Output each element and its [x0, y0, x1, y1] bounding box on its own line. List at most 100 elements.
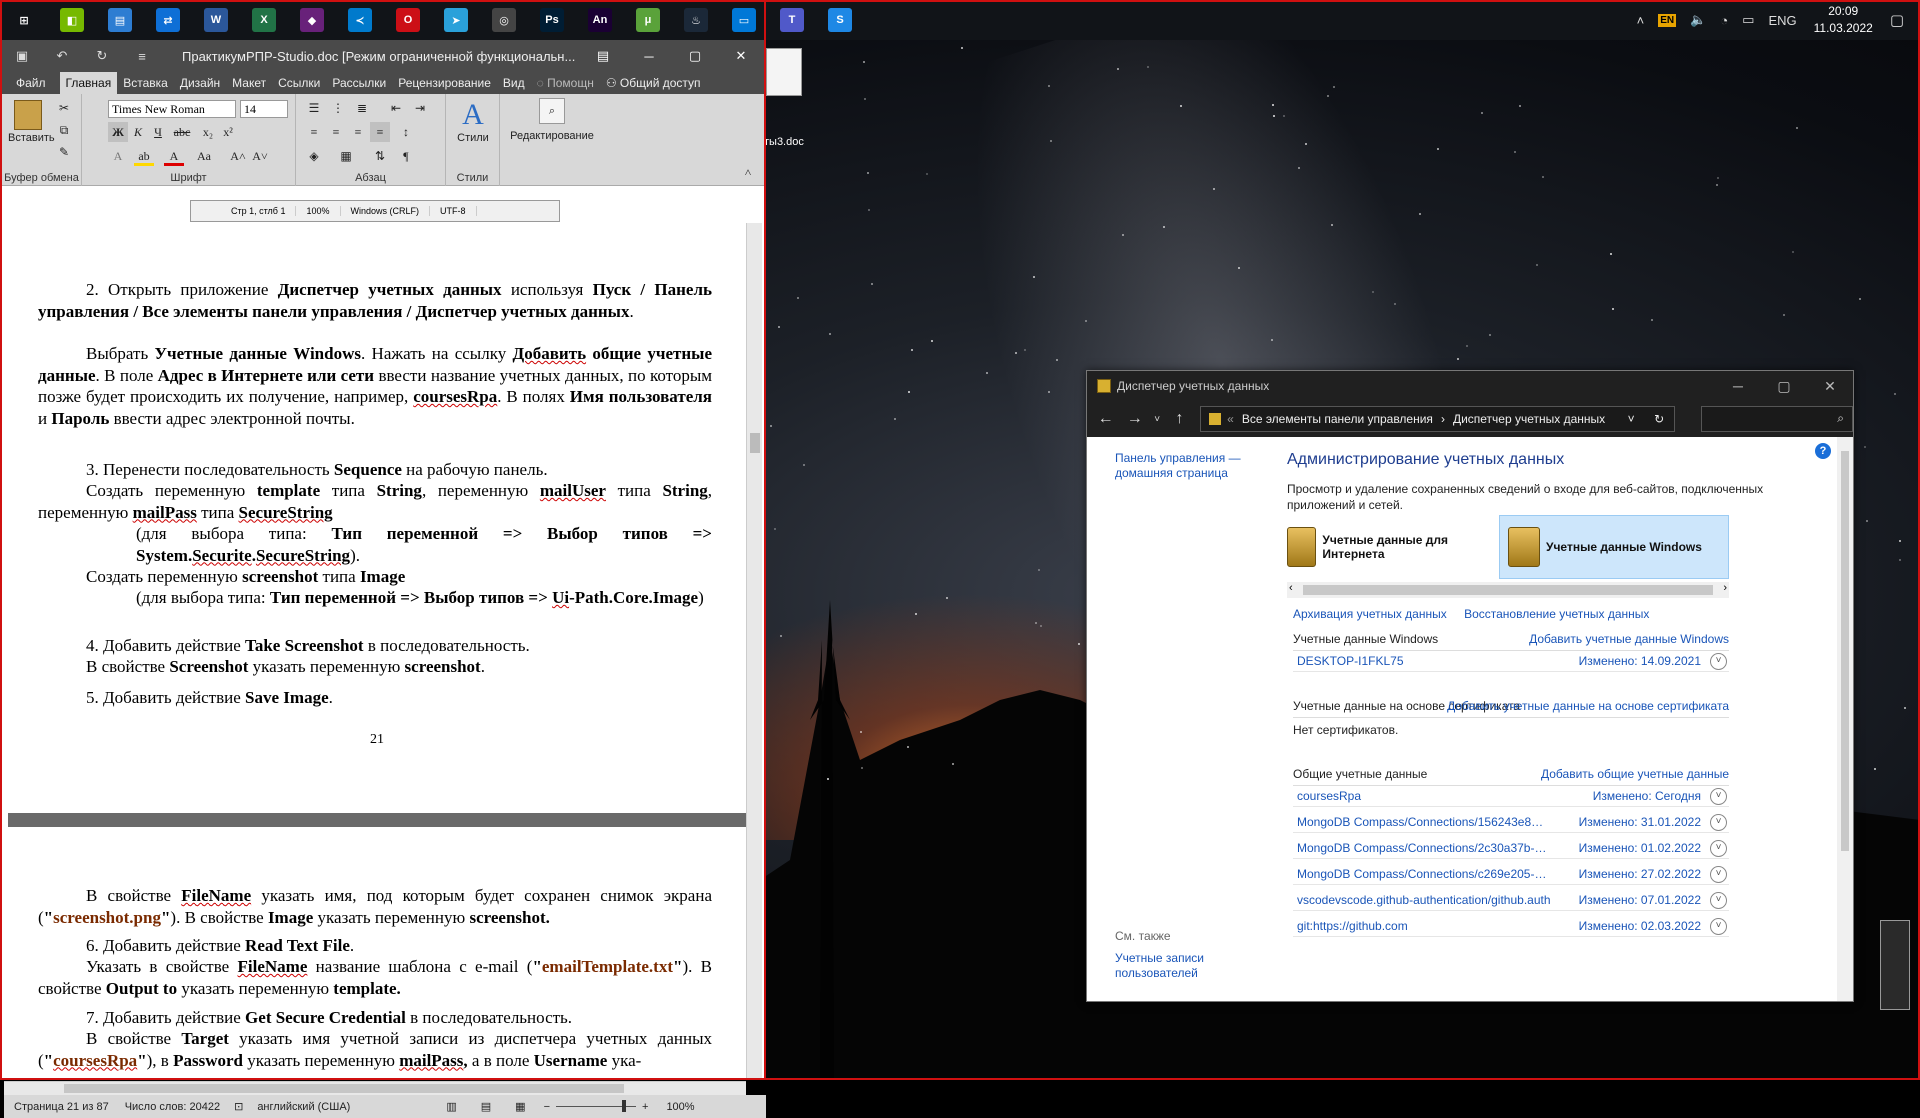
maximize-button[interactable]: ▢	[1761, 378, 1807, 395]
scrollbar-thumb[interactable]	[1303, 585, 1713, 595]
credential-row[interactable]: MongoDB Compass/Connections/156243e8-b2e…	[1293, 812, 1729, 833]
close-button[interactable]: ✕	[1807, 378, 1853, 395]
taskbar-app[interactable]: ▭	[720, 0, 768, 40]
redo-icon[interactable]: ↻	[82, 48, 122, 64]
scrollbar-thumb[interactable]	[64, 1084, 624, 1093]
shrink-font-icon[interactable]: A˅	[250, 146, 270, 166]
highlight-icon[interactable]: ab	[134, 146, 154, 166]
add-certificate-credential-link[interactable]: Добавить учетные данные на основе сертиф…	[1447, 694, 1729, 718]
volume-icon[interactable]: 🔈	[1690, 12, 1706, 28]
decrease-indent-icon[interactable]: ⇤	[386, 98, 406, 118]
search-input[interactable]: ⌕	[1701, 406, 1853, 432]
tab-references[interactable]: Ссылки	[272, 72, 326, 94]
vertical-scrollbar[interactable]	[746, 223, 762, 1078]
change-case-icon[interactable]: Aa	[194, 146, 214, 166]
taskbar-app[interactable]: O	[384, 0, 432, 40]
taskbar-app[interactable]: μ	[624, 0, 672, 40]
zoom-slider[interactable]	[556, 1100, 636, 1112]
align-center-icon[interactable]: ≡	[326, 122, 346, 142]
ribbon-display-icon[interactable]: ▤	[580, 48, 626, 64]
strikethrough-icon[interactable]: abc	[172, 122, 192, 142]
align-right-icon[interactable]: ≡	[348, 122, 368, 142]
editing-button[interactable]: ⌕ Редактирование	[506, 98, 598, 142]
customize-qat-icon[interactable]: ≡	[122, 49, 162, 64]
credential-row[interactable]: MongoDB Compass/Connections/c269e205-2d0…	[1293, 864, 1729, 885]
line-spacing-icon[interactable]: ↕	[396, 122, 416, 142]
tab-insert[interactable]: Вставка	[117, 72, 174, 94]
horizontal-scrollbar[interactable]	[4, 1081, 746, 1095]
expand-icon[interactable]: ˅	[1710, 788, 1727, 805]
add-generic-credential-link[interactable]: Добавить общие учетные данные	[1541, 762, 1729, 786]
font-size-select[interactable]: 14	[240, 100, 288, 118]
scrollbar-thumb[interactable]	[1841, 451, 1849, 851]
save-icon[interactable]: ▣	[2, 48, 42, 64]
read-mode-icon[interactable]: ▥	[446, 1100, 456, 1113]
breadcrumb-credential-manager[interactable]: Диспетчер учетных данных	[1453, 412, 1618, 426]
backup-link[interactable]: Архивация учетных данных	[1293, 607, 1447, 621]
recycle-bin-icon[interactable]	[1880, 920, 1910, 1010]
numbering-icon[interactable]: ⋮	[328, 98, 348, 118]
taskbar-app[interactable]: An	[576, 0, 624, 40]
web-layout-icon[interactable]: ▦	[515, 1100, 525, 1113]
bullets-icon[interactable]: ☰	[304, 98, 324, 118]
expand-icon[interactable]: ˅	[1710, 892, 1727, 909]
status-words[interactable]: Число слов: 20422	[125, 1101, 220, 1113]
copy-icon[interactable]: ⧉	[54, 120, 74, 140]
zoom-slider-thumb[interactable]	[622, 1100, 626, 1112]
credential-row[interactable]: DESKTOP-I1FKL75 Изменено: 14.09.2021 ˅	[1293, 651, 1729, 672]
scrollbar-thumb[interactable]	[750, 433, 760, 453]
address-dropdown-icon[interactable]: ˅	[1618, 412, 1644, 426]
tab-home[interactable]: Главная	[59, 72, 118, 94]
language-indicator[interactable]: ENG	[1768, 13, 1796, 28]
credential-row[interactable]: MongoDB Compass/Connections/2c30a37b-e1d…	[1293, 838, 1729, 859]
align-left-icon[interactable]: ≡	[304, 122, 324, 142]
tab-layout[interactable]: Макет	[226, 72, 272, 94]
taskbar-app[interactable]: ▤	[96, 0, 144, 40]
taskbar-app[interactable]: Ps	[528, 0, 576, 40]
multilevel-list-icon[interactable]: ≣	[352, 98, 372, 118]
borders-icon[interactable]: ▦	[336, 146, 356, 166]
scroll-right-icon[interactable]: ›	[1723, 582, 1727, 594]
breadcrumb-control-panel[interactable]: Все элементы панели управления	[1242, 412, 1433, 426]
font-name-select[interactable]: Times New Roman	[108, 100, 236, 118]
clock[interactable]: 20:09 11.03.2022	[1814, 3, 1873, 37]
tab-file[interactable]: Файл	[2, 72, 60, 94]
expand-icon[interactable]: ˅	[1710, 918, 1727, 935]
minimize-button[interactable]: ─	[1715, 378, 1761, 394]
underline-icon[interactable]: Ч	[148, 122, 168, 142]
tab-design[interactable]: Дизайн	[174, 72, 226, 94]
taskbar-app[interactable]: X	[240, 0, 288, 40]
increase-indent-icon[interactable]: ⇥	[410, 98, 430, 118]
up-icon[interactable]: ↑	[1165, 410, 1194, 428]
tab-review[interactable]: Рецензирование	[392, 72, 497, 94]
grow-font-icon[interactable]: A˄	[228, 146, 248, 166]
scroll-left-icon[interactable]: ‹	[1289, 582, 1293, 594]
expand-icon[interactable]: ˅	[1710, 814, 1727, 831]
vault-scrollbar[interactable]: ‹ ›	[1287, 582, 1729, 598]
share-button[interactable]: ⚇ Общий доступ	[600, 72, 707, 94]
battery-icon[interactable]: ▭	[1742, 12, 1754, 28]
control-panel-home-link[interactable]: Панель управления — домашняя страница	[1115, 451, 1255, 481]
desktop-file[interactable]: ты3.doc	[764, 48, 804, 148]
text-effects-icon[interactable]: A	[108, 146, 128, 166]
minimize-button[interactable]: ─	[626, 49, 672, 64]
close-button[interactable]: ✕	[718, 48, 764, 64]
document-page[interactable]: 2. Открыть приложение Диспетчер учетных …	[8, 223, 746, 813]
shading-icon[interactable]: ◈	[304, 146, 324, 166]
tab-view[interactable]: Вид	[497, 72, 531, 94]
status-zoom[interactable]: 100%	[666, 1101, 694, 1113]
italic-icon[interactable]: К	[128, 122, 148, 142]
back-icon[interactable]: ←	[1091, 410, 1120, 428]
paste-button[interactable]: Вставить	[8, 100, 55, 144]
print-layout-icon[interactable]: ▤	[481, 1100, 491, 1113]
bold-icon[interactable]: Ж	[108, 122, 128, 142]
credential-row[interactable]: vscodevscode.github-authentication/githu…	[1293, 890, 1729, 911]
lang-badge-icon[interactable]: EN	[1658, 13, 1677, 27]
taskbar-app[interactable]: W	[192, 0, 240, 40]
help-search[interactable]: ◌ Помощн	[531, 72, 600, 94]
taskbar-app[interactable]: ◆	[288, 0, 336, 40]
subscript-icon[interactable]: x₂	[198, 122, 218, 142]
taskbar-app[interactable]: ◎	[480, 0, 528, 40]
undo-icon[interactable]: ↶	[42, 48, 82, 64]
taskbar-app[interactable]: ⇄	[144, 0, 192, 40]
